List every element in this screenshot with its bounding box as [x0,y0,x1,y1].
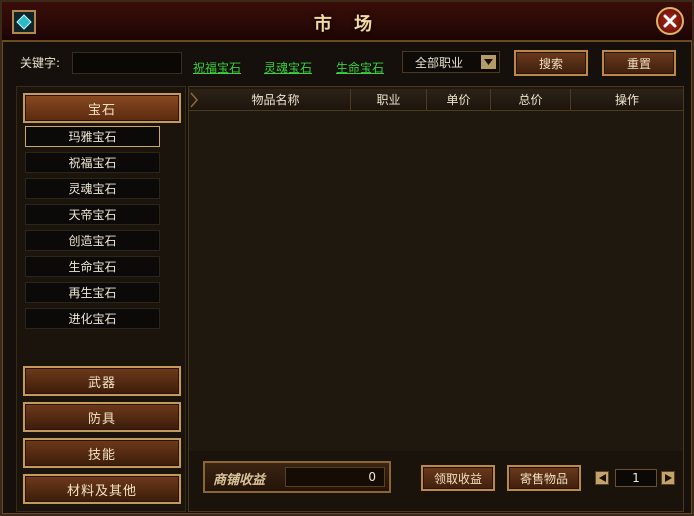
chevron-right-icon [190,92,198,108]
close-button[interactable] [656,7,684,35]
gem-item-blessing[interactable]: 祝福宝石 [25,152,160,173]
keyword-label: 关键字: [20,56,61,70]
gem-item-maya[interactable]: 玛雅宝石 [25,126,160,147]
triangle-left-icon [598,474,606,482]
quick-link-soul-gem[interactable]: 灵魂宝石 [264,59,312,76]
category-gems[interactable]: 宝石 [23,93,181,123]
collect-income-button[interactable]: 领取收益 [421,465,495,491]
title-bar: 市 场 [2,2,692,42]
consign-item-button[interactable]: 寄售物品 [507,465,581,491]
shop-income-label: 商铺收益 [213,473,266,488]
next-page-button[interactable] [661,471,675,485]
page-number[interactable]: 1 [615,469,657,487]
class-select-value: 全部职业 [415,55,464,70]
category-materials-other[interactable]: 材料及其他 [23,474,181,504]
window-title: 市 场 [313,14,381,35]
category-armor[interactable]: 防具 [23,402,181,432]
gem-item-life[interactable]: 生命宝石 [25,256,160,277]
class-select[interactable]: 全部职业 [402,51,500,73]
column-class[interactable]: 职业 [351,89,427,111]
search-button[interactable]: 搜索 [514,50,588,76]
bottom-bar: 商铺收益 0 领取收益 寄售物品 1 [189,451,683,511]
table-header: 物品名称 职业 单价 总价 操作 [189,89,683,111]
quick-link-life-gem[interactable]: 生命宝石 [336,59,384,76]
triangle-right-icon [664,474,672,482]
close-icon [663,14,677,28]
category-sidebar: 宝石 玛雅宝石 祝福宝石 灵魂宝石 天帝宝石 创造宝石 生命宝石 再生宝石 进化… [16,86,186,512]
gem-item-heaven[interactable]: 天帝宝石 [25,204,160,225]
gem-item-rebirth[interactable]: 再生宝石 [25,282,160,303]
shop-income-box: 商铺收益 0 [203,461,391,493]
column-action: 操作 [614,93,639,107]
category-weapons[interactable]: 武器 [23,366,181,396]
column-total-price[interactable]: 总价 [491,89,571,111]
reset-button[interactable]: 重置 [602,50,676,76]
listing-table-body [191,113,681,449]
gem-item-soul[interactable]: 灵魂宝石 [25,178,160,199]
gem-item-evolution[interactable]: 进化宝石 [25,308,160,329]
shop-income-value: 0 [285,467,385,487]
dropdown-arrow[interactable] [481,55,496,69]
keyword-input[interactable] [72,52,182,74]
listing-panel: 物品名称 职业 单价 总价 操作 商铺收益 0 领取收益 寄售物品 1 [188,86,684,512]
prev-page-button[interactable] [595,471,609,485]
category-skills[interactable]: 技能 [23,438,181,468]
column-unit-price[interactable]: 单价 [427,89,491,111]
search-row: 关键字: 祝福宝石 灵魂宝石 生命宝石 全部职业 搜索 重置 [2,46,692,80]
column-item-name[interactable]: 物品名称 [201,89,351,111]
gem-item-creation[interactable]: 创造宝石 [25,230,160,251]
chevron-down-icon [484,59,493,65]
market-window: 市 场 关键字: 祝福宝石 灵魂宝石 生命宝石 全部职业 搜索 重置 宝石 玛雅… [0,0,694,516]
quick-link-blessing-gem[interactable]: 祝福宝石 [193,59,241,76]
